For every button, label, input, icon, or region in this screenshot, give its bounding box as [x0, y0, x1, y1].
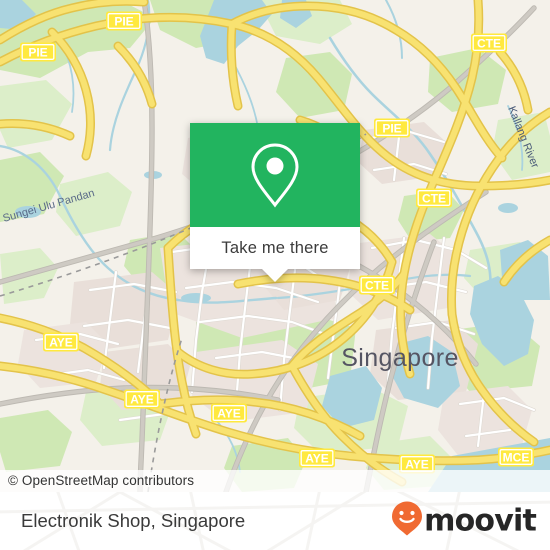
highway-shield-mce: MCE	[498, 447, 534, 467]
highway-shield-pie: PIE	[374, 118, 410, 138]
highway-shield-pie: PIE	[106, 11, 142, 31]
highway-shield-aye: AYE	[43, 332, 79, 352]
take-me-there-button[interactable]: Take me there	[190, 227, 360, 282]
shield-label: PIE	[114, 14, 133, 28]
highway-shield-aye: AYE	[211, 403, 247, 423]
shield-label: AYE	[217, 406, 241, 420]
callout-icon-area	[190, 123, 360, 227]
callout-pointer-tail	[262, 269, 288, 282]
shield-label: AYE	[130, 392, 154, 406]
shield-label: AYE	[305, 451, 329, 465]
shield-label: CTE	[365, 278, 389, 292]
shield-label: MCE	[503, 450, 530, 464]
map-pin-icon	[248, 142, 302, 208]
shield-label: PIE	[28, 45, 47, 59]
shield-label: PIE	[382, 121, 401, 135]
highway-shield-cte: CTE	[471, 33, 507, 53]
place-callout-card[interactable]: Take me there	[190, 123, 360, 282]
highway-shield-cte: CTE	[359, 275, 395, 295]
svg-text:Singapore: Singapore	[341, 344, 459, 372]
highway-shield-aye: AYE	[124, 389, 160, 409]
take-me-there-label: Take me there	[221, 238, 329, 257]
moovit-place-card-screenshot: .wtr { fill:#aad3df; } .wline { stroke:#…	[0, 0, 550, 550]
shield-label: CTE	[477, 36, 501, 50]
moovit-smiley-pin-icon	[391, 501, 423, 542]
highway-shield-cte: CTE	[416, 188, 452, 208]
shield-label: CTE	[422, 191, 446, 205]
place-title: Electronik Shop, Singapore	[21, 510, 246, 531]
highway-shield-aye: AYE	[299, 448, 335, 468]
highway-shield-pie: PIE	[20, 42, 56, 62]
shield-label: AYE	[49, 335, 73, 349]
moovit-logo[interactable]: moovit	[391, 501, 537, 542]
osm-attribution[interactable]: © OpenStreetMap contributors	[0, 470, 550, 492]
moovit-wordmark: moovit	[424, 503, 537, 538]
footer-bar: Electronik Shop, Singapore moovit	[0, 492, 550, 550]
